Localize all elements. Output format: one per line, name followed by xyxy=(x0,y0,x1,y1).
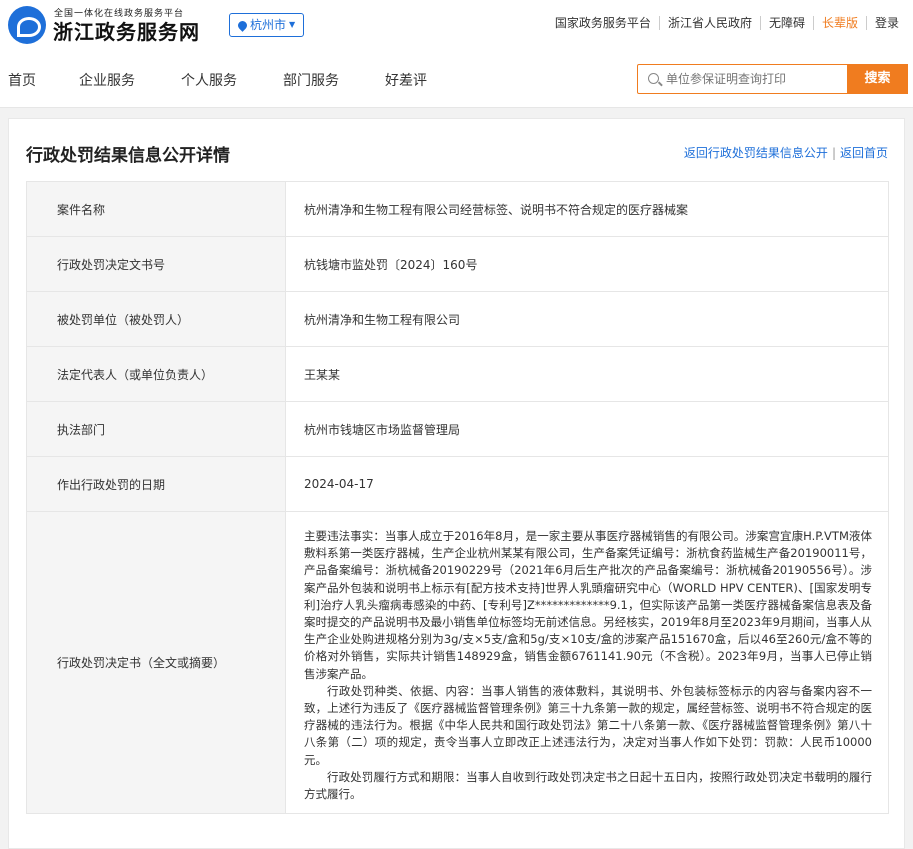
row-label: 法定代表人（或单位负责人） xyxy=(26,346,286,402)
search-box: 搜索 xyxy=(637,64,908,94)
decision-text: 主要违法事实：当事人成立于2016年8月，是一家主要从事医疗器械销售的有限公司。… xyxy=(285,510,889,815)
location-pin-icon xyxy=(236,18,249,32)
top-header: 全国一体化在线政务服务平台 浙江政务服务网 杭州市 ▼ 国家政务服务平台 浙江省… xyxy=(0,0,913,50)
table-row: 被处罚单位（被处罚人） 杭州清净和生物工程有限公司 xyxy=(26,291,889,347)
row-label: 行政处罚决定文书号 xyxy=(26,236,286,292)
top-links: 国家政务服务平台 浙江省人民政府 无障碍 长辈版 登录 xyxy=(547,16,907,30)
decision-paragraph: 行政处罚履行方式和期限：当事人自收到行政处罚决定书之日起十五日内，按照行政处罚决… xyxy=(304,769,872,802)
row-label: 作出行政处罚的日期 xyxy=(26,456,286,512)
city-label: 杭州市 xyxy=(250,18,287,32)
link-provincial-government[interactable]: 浙江省人民政府 xyxy=(658,16,760,30)
back-to-list-link[interactable]: 返回行政处罚结果信息公开 xyxy=(684,146,828,160)
main-nav: 首页 企业服务 个人服务 部门服务 好差评 搜索 xyxy=(0,50,913,108)
row-label: 执法部门 xyxy=(26,401,286,457)
row-label: 行政处罚决定书（全文或摘要） xyxy=(26,510,286,815)
nav-department[interactable]: 部门服务 xyxy=(283,70,339,90)
row-value: 杭州市钱塘区市场监督管理局 xyxy=(285,401,889,457)
row-value: 杭州清净和生物工程有限公司 xyxy=(285,291,889,347)
decision-paragraph: 行政处罚种类、依据、内容：当事人销售的液体敷料，其说明书、外包装标签标示的内容与… xyxy=(304,683,872,767)
row-value: 2024-04-17 xyxy=(285,456,889,512)
table-row: 作出行政处罚的日期 2024-04-17 xyxy=(26,456,889,512)
link-national-platform[interactable]: 国家政务服务平台 xyxy=(547,16,659,30)
link-login[interactable]: 登录 xyxy=(865,16,907,30)
row-value: 王某某 xyxy=(285,346,889,402)
table-row: 行政处罚决定文书号 杭钱塘市监处罚〔2024〕160号 xyxy=(26,236,889,292)
detail-panel: 行政处罚结果信息公开详情 返回行政处罚结果信息公开 | 返回首页 案件名称 杭州清净… xyxy=(8,118,905,849)
row-label: 案件名称 xyxy=(26,181,286,237)
logo-icon[interactable] xyxy=(8,6,46,44)
table-row: 案件名称 杭州清净和生物工程有限公司经营标签、说明书不符合规定的医疗器械案 xyxy=(26,181,889,237)
table-row: 执法部门 杭州市钱塘区市场监督管理局 xyxy=(26,401,889,457)
decision-paragraph: 主要违法事实：当事人成立于2016年8月，是一家主要从事医疗器械销售的有限公司。… xyxy=(304,529,872,681)
search-input[interactable] xyxy=(666,65,846,93)
page-title: 行政处罚结果信息公开详情 xyxy=(26,146,230,166)
brand-title[interactable]: 浙江政务服务网 xyxy=(53,16,200,45)
search-icon xyxy=(648,73,659,84)
row-value: 杭钱塘市监处罚〔2024〕160号 xyxy=(285,236,889,292)
back-home-link[interactable]: 返回首页 xyxy=(840,146,888,160)
link-elder-version[interactable]: 长辈版 xyxy=(812,16,866,30)
crumb-separator: | xyxy=(831,146,836,160)
table-row-decision: 行政处罚决定书（全文或摘要） 主要违法事实：当事人成立于2016年8月，是一家主… xyxy=(26,510,889,815)
row-label: 被处罚单位（被处罚人） xyxy=(26,291,286,347)
link-accessibility[interactable]: 无障碍 xyxy=(759,16,813,30)
caret-down-icon: ▼ xyxy=(289,20,296,29)
detail-table: 案件名称 杭州清净和生物工程有限公司经营标签、说明书不符合规定的医疗器械案 行政… xyxy=(26,181,889,815)
city-selector[interactable]: 杭州市 ▼ xyxy=(229,13,305,37)
nav-home[interactable]: 首页 xyxy=(8,70,36,90)
row-value: 杭州清净和生物工程有限公司经营标签、说明书不符合规定的医疗器械案 xyxy=(285,181,889,237)
nav-rating[interactable]: 好差评 xyxy=(385,70,427,90)
nav-personal[interactable]: 个人服务 xyxy=(181,70,237,90)
breadcrumb: 返回行政处罚结果信息公开 | 返回首页 xyxy=(684,144,888,161)
nav-enterprise[interactable]: 企业服务 xyxy=(79,70,135,90)
search-button[interactable]: 搜索 xyxy=(847,64,908,94)
table-row: 法定代表人（或单位负责人） 王某某 xyxy=(26,346,889,402)
